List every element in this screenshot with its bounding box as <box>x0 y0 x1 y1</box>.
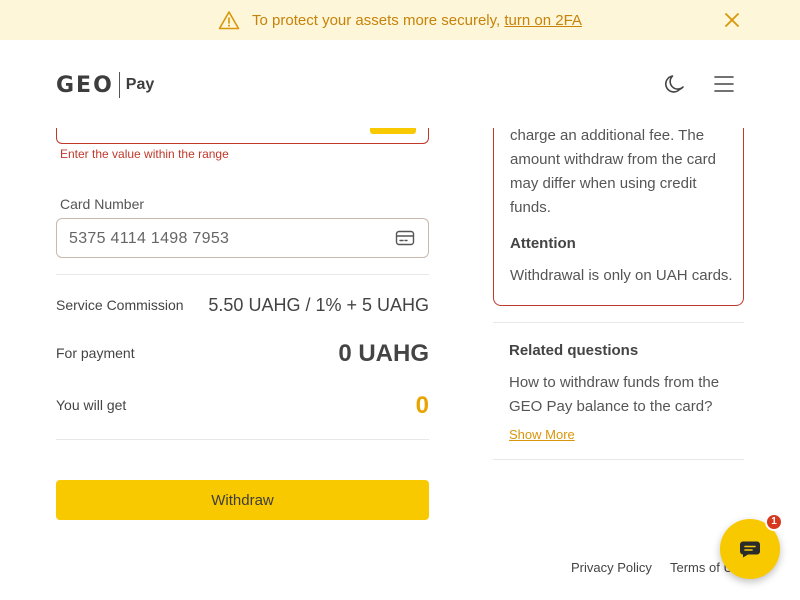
warning-icon <box>218 11 240 30</box>
logo-pay-text: Pay <box>125 76 155 93</box>
site-header: GEO Pay <box>0 40 800 128</box>
service-commission-value: 5.50 UAHG / 1% + 5 UAHG <box>208 295 429 315</box>
service-commission-label: Service Commission <box>56 297 184 313</box>
close-icon[interactable] <box>722 10 742 30</box>
attention-text: Withdrawal is only on UAH cards. <box>510 267 733 284</box>
geo-pay-logo[interactable]: GEO Pay <box>56 72 154 98</box>
logo-geo-text: GEO <box>56 72 114 98</box>
banner-text: To protect your assets more securely, <box>252 11 501 29</box>
chat-icon <box>740 541 760 558</box>
related-questions-title: Related questions <box>509 342 639 359</box>
chat-notification-badge: 1 <box>765 513 783 531</box>
attention-title: Attention <box>510 235 576 252</box>
enable-2fa-link[interactable]: turn on 2FA <box>504 12 582 29</box>
card-number-label: Card Number <box>60 196 145 212</box>
card-number-input[interactable]: 5375 4114 1498 7953 <box>56 218 429 258</box>
banner-content: To protect your assets more securely, tu… <box>218 10 582 30</box>
divider <box>493 459 744 460</box>
for-payment-label: For payment <box>56 345 135 361</box>
withdraw-button[interactable]: Withdraw <box>56 480 429 520</box>
divider <box>56 439 429 440</box>
moon-icon[interactable] <box>664 73 686 95</box>
hamburger-menu-icon[interactable] <box>713 74 735 94</box>
info-text: charge an additional fee. The amount wit… <box>510 127 716 216</box>
credit-card-icon[interactable] <box>395 229 415 247</box>
card-number-value: 5375 4114 1498 7953 <box>69 230 230 247</box>
privacy-policy-link[interactable]: Privacy Policy <box>571 560 652 575</box>
divider <box>56 274 429 275</box>
related-question-item[interactable]: How to withdraw funds from the GEO Pay b… <box>509 371 739 419</box>
withdrawal-info-box: charge an additional fee. The amount wit… <box>493 104 744 306</box>
show-more-link[interactable]: Show More <box>509 427 575 442</box>
you-will-get-label: You will get <box>56 397 127 413</box>
logo-separator <box>118 72 120 98</box>
divider <box>493 322 744 323</box>
amount-error-message: Enter the value within the range <box>60 147 229 161</box>
you-will-get-value: 0 <box>415 392 429 419</box>
security-banner: To protect your assets more securely, tu… <box>0 0 800 40</box>
for-payment-value: 0 UAHG <box>338 340 429 367</box>
